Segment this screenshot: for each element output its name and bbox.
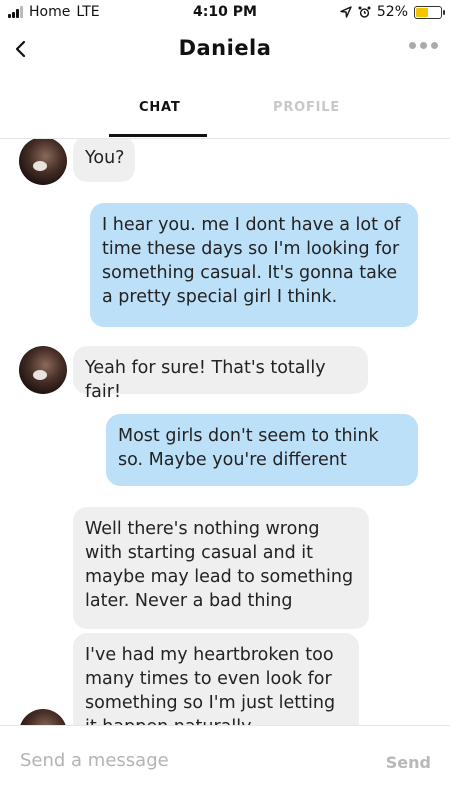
avatar[interactable] [19, 346, 67, 394]
composer-bar: Send [0, 725, 450, 800]
status-bar: Home LTE 4:10 PM 52% [0, 0, 450, 26]
message-bubble-received: You? [73, 139, 135, 182]
message-bubble-received: I've had my heartbroken too many times t… [73, 633, 359, 725]
message-bubble-received: Yeah for sure! That's totally fair! [73, 346, 368, 402]
chat-header: Daniela [0, 26, 450, 76]
avatar[interactable] [19, 709, 67, 725]
tab-bar: CHAT PROFILE [0, 94, 450, 139]
message-input[interactable] [20, 750, 360, 771]
more-horizontal-icon [409, 42, 416, 49]
message-bubble-received: Well there's nothing wrong with starting… [73, 507, 369, 629]
send-button[interactable]: Send [386, 753, 431, 772]
message-bubble-sent: I hear you. me I dont have a lot of time… [90, 203, 418, 327]
battery-percent: 52% [376, 4, 408, 20]
battery-icon [414, 5, 445, 19]
more-options-button[interactable] [409, 42, 438, 49]
active-tab-indicator [109, 134, 207, 137]
tab-profile[interactable]: PROFILE [273, 100, 340, 115]
battery-fill [416, 7, 429, 17]
status-right: 52% [340, 4, 445, 20]
avatar[interactable] [19, 139, 67, 185]
location-arrow-icon [340, 6, 352, 18]
message-bubble-sent: Most girls don't seem to think so. Maybe… [106, 414, 418, 486]
alarm-icon [358, 6, 371, 18]
tab-chat[interactable]: CHAT [139, 100, 181, 115]
contact-name[interactable]: Daniela [0, 36, 450, 60]
message-list[interactable]: You? I hear you. me I dont have a lot of… [0, 139, 450, 725]
